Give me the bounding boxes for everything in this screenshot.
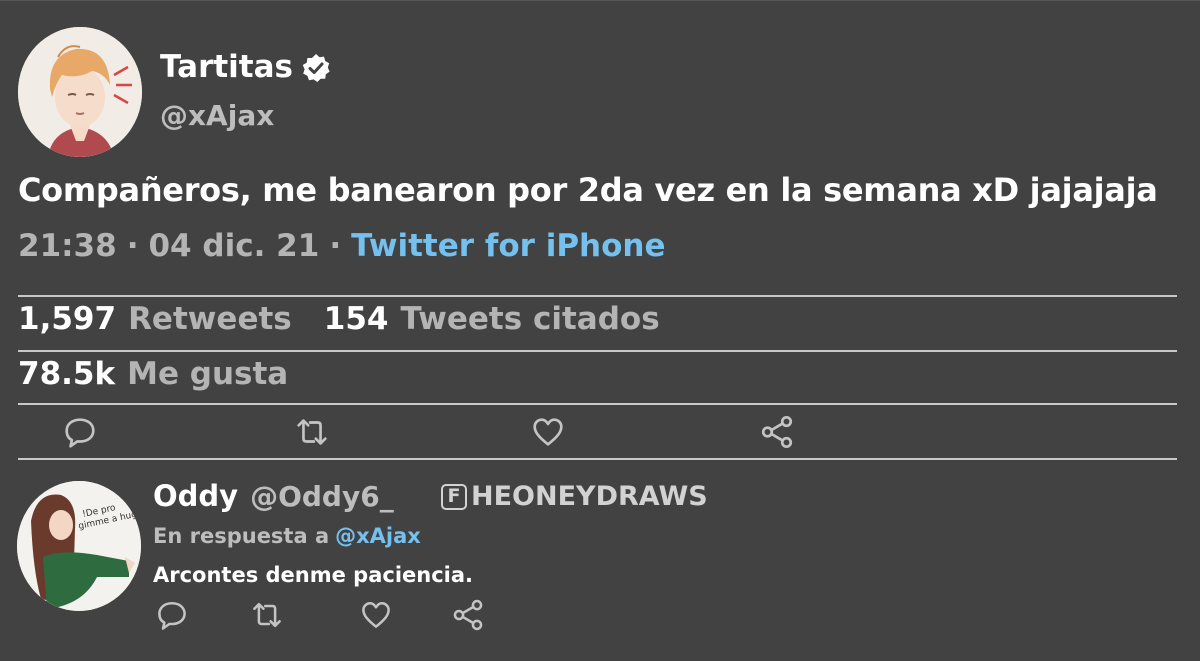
- likes-stat[interactable]: 78.5k Me gusta: [18, 356, 288, 392]
- reply-icon[interactable]: [60, 412, 100, 452]
- author-handle[interactable]: @xAjax: [160, 99, 274, 132]
- divider: [18, 295, 1177, 297]
- retweets-label: Retweets: [128, 301, 292, 337]
- divider: [18, 403, 1177, 405]
- avatar-drawing: [18, 27, 142, 157]
- tweet-date[interactable]: 04 dic. 21: [148, 228, 319, 264]
- divider: [18, 350, 1177, 352]
- retweets-stat[interactable]: 1,597 Retweets: [18, 301, 292, 337]
- divider: [18, 458, 1177, 460]
- author-name-row: Tartitas: [160, 52, 331, 83]
- quotes-stat[interactable]: 154 Tweets citados: [324, 301, 660, 337]
- avatar-drawing: !De pro gimme a hug: [17, 481, 141, 611]
- stats-row-likes: 78.5k Me gusta: [18, 356, 288, 392]
- share-icon[interactable]: [448, 595, 488, 635]
- avatar[interactable]: !De pro gimme a hug: [17, 481, 141, 611]
- verified-badge-icon: [301, 53, 331, 83]
- author-display-name[interactable]: Tartitas: [160, 52, 293, 83]
- retweet-icon[interactable]: [292, 412, 332, 452]
- quotes-label: Tweets citados: [400, 301, 660, 337]
- reply-text: Arcontes denme paciencia.: [153, 563, 474, 587]
- watermark-logo-icon: F: [441, 483, 467, 510]
- watermark: F HEONEYDRAWS: [441, 481, 708, 512]
- share-icon[interactable]: [757, 412, 797, 452]
- like-icon[interactable]: [356, 595, 396, 635]
- tweet-source-link[interactable]: Twitter for iPhone: [351, 228, 665, 264]
- quotes-count: 154: [323, 301, 389, 337]
- like-icon[interactable]: [528, 412, 568, 452]
- reply-author-row: Oddy @Oddy6_: [153, 479, 394, 513]
- reply-prefix: En respuesta a: [153, 524, 330, 548]
- reply-context: En respuesta a @xAjax: [153, 524, 421, 548]
- tweet-meta: 21:38 · 04 dic. 21 · Twitter for iPhone: [18, 228, 666, 264]
- tweet-time: 21:38: [18, 228, 117, 264]
- reply-display-name[interactable]: Oddy: [153, 479, 238, 513]
- likes-count: 78.5k: [18, 356, 116, 392]
- meta-separator: ·: [126, 228, 139, 264]
- reply-icon[interactable]: [152, 595, 192, 635]
- watermark-text: HEONEYDRAWS: [471, 481, 708, 512]
- likes-label: Me gusta: [127, 356, 289, 392]
- tweet-screenshot: Tartitas @xAjax Compañeros, me banearon …: [0, 0, 1200, 661]
- reply-mention-link[interactable]: @xAjax: [335, 524, 421, 548]
- tweet-text: Compañeros, me banearon por 2da vez en l…: [18, 171, 1158, 209]
- stats-row-retweets: 1,597 Retweets 154 Tweets citados: [18, 301, 660, 337]
- retweet-icon[interactable]: [247, 595, 287, 635]
- reply-handle[interactable]: @Oddy6_: [250, 480, 394, 513]
- avatar[interactable]: [18, 27, 142, 157]
- retweets-count: 1,597: [18, 301, 117, 337]
- meta-separator: ·: [329, 228, 342, 264]
